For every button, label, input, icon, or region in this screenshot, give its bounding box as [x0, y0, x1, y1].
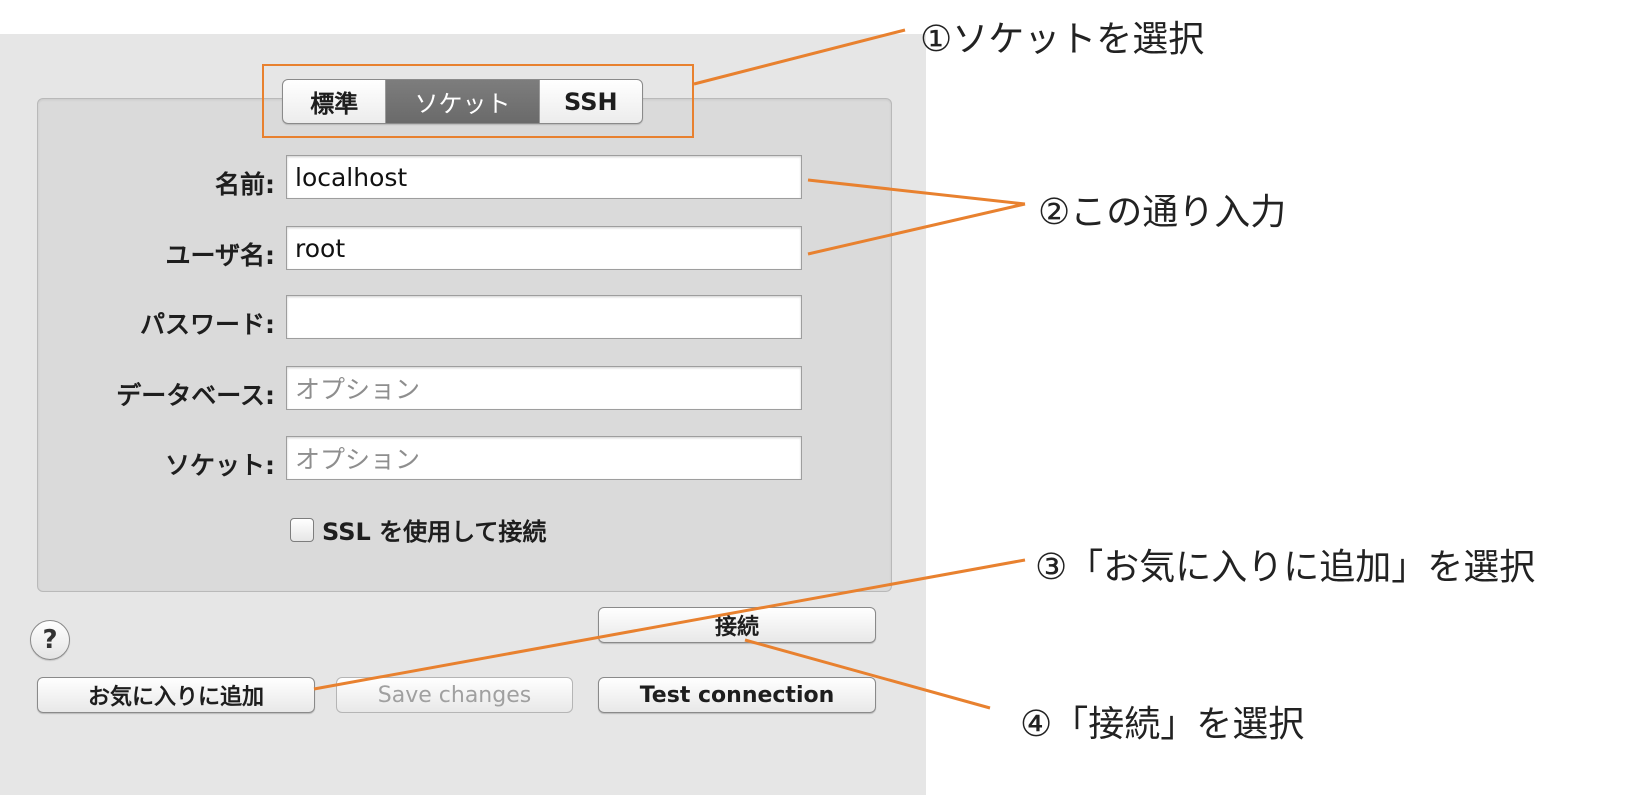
annotation-lines — [313, 28, 1026, 710]
annotation-step4: ④「接続」を選択 — [1020, 704, 1305, 745]
annotation-line-3 — [313, 558, 1026, 691]
annotation-line-4 — [744, 638, 991, 710]
annotation-step1: ①ソケットを選択 — [920, 19, 1205, 60]
annotation-step3: ③「お気に入りに追加」を選択 — [1035, 547, 1536, 588]
annotation-step2: ②この通り入力 — [1038, 192, 1287, 233]
annotation-line-2b — [807, 202, 1026, 256]
annotation-line-2a — [807, 178, 1026, 206]
annotation-line-1 — [693, 28, 906, 86]
